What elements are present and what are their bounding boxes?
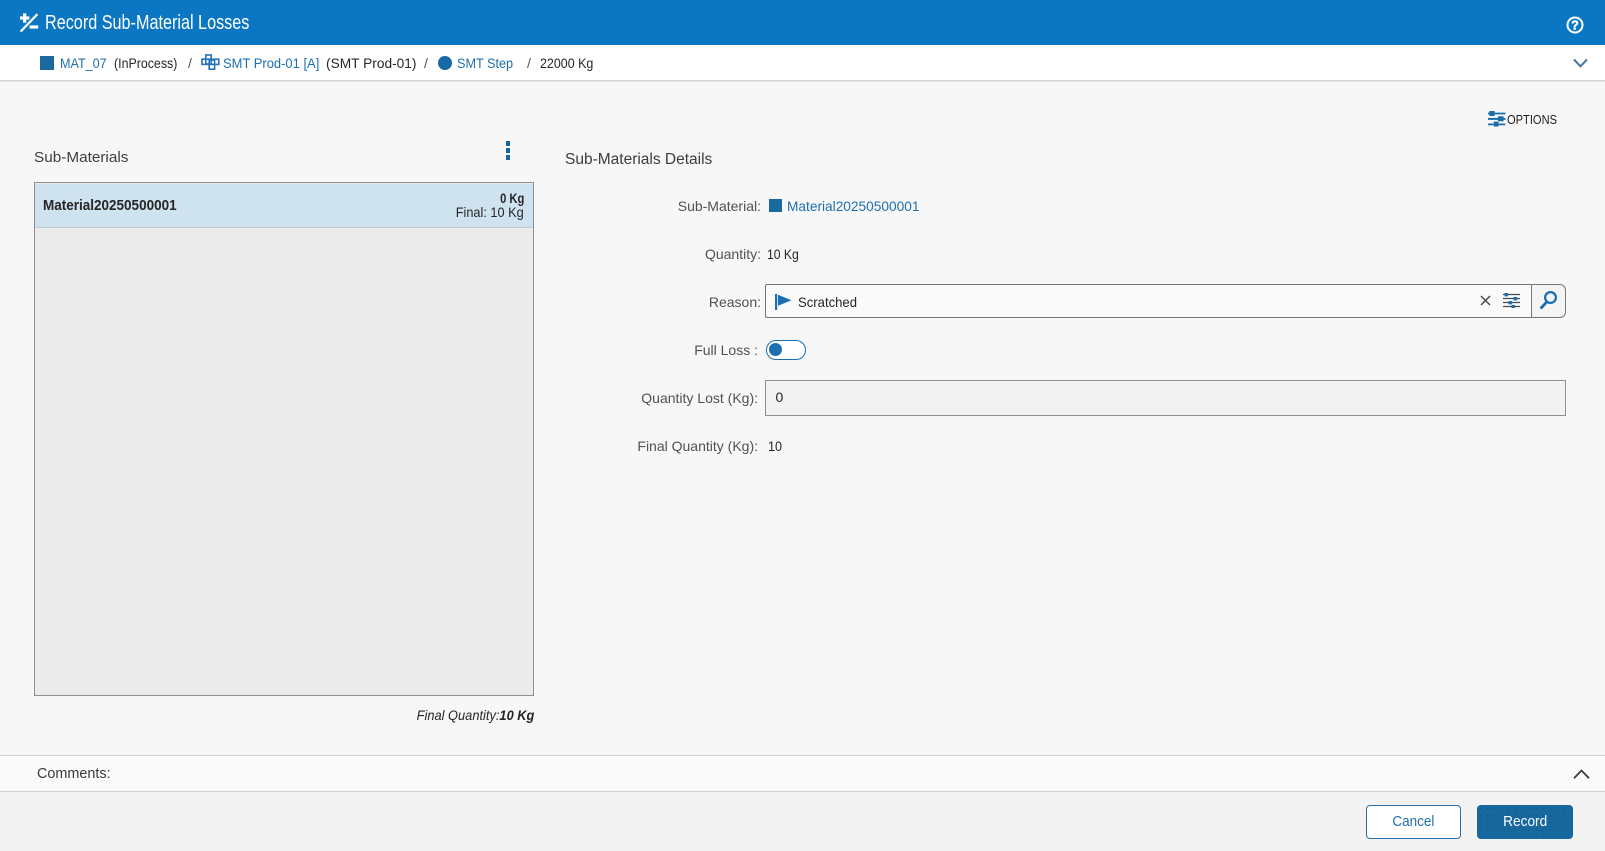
svg-text:?: ?: [1571, 18, 1579, 32]
